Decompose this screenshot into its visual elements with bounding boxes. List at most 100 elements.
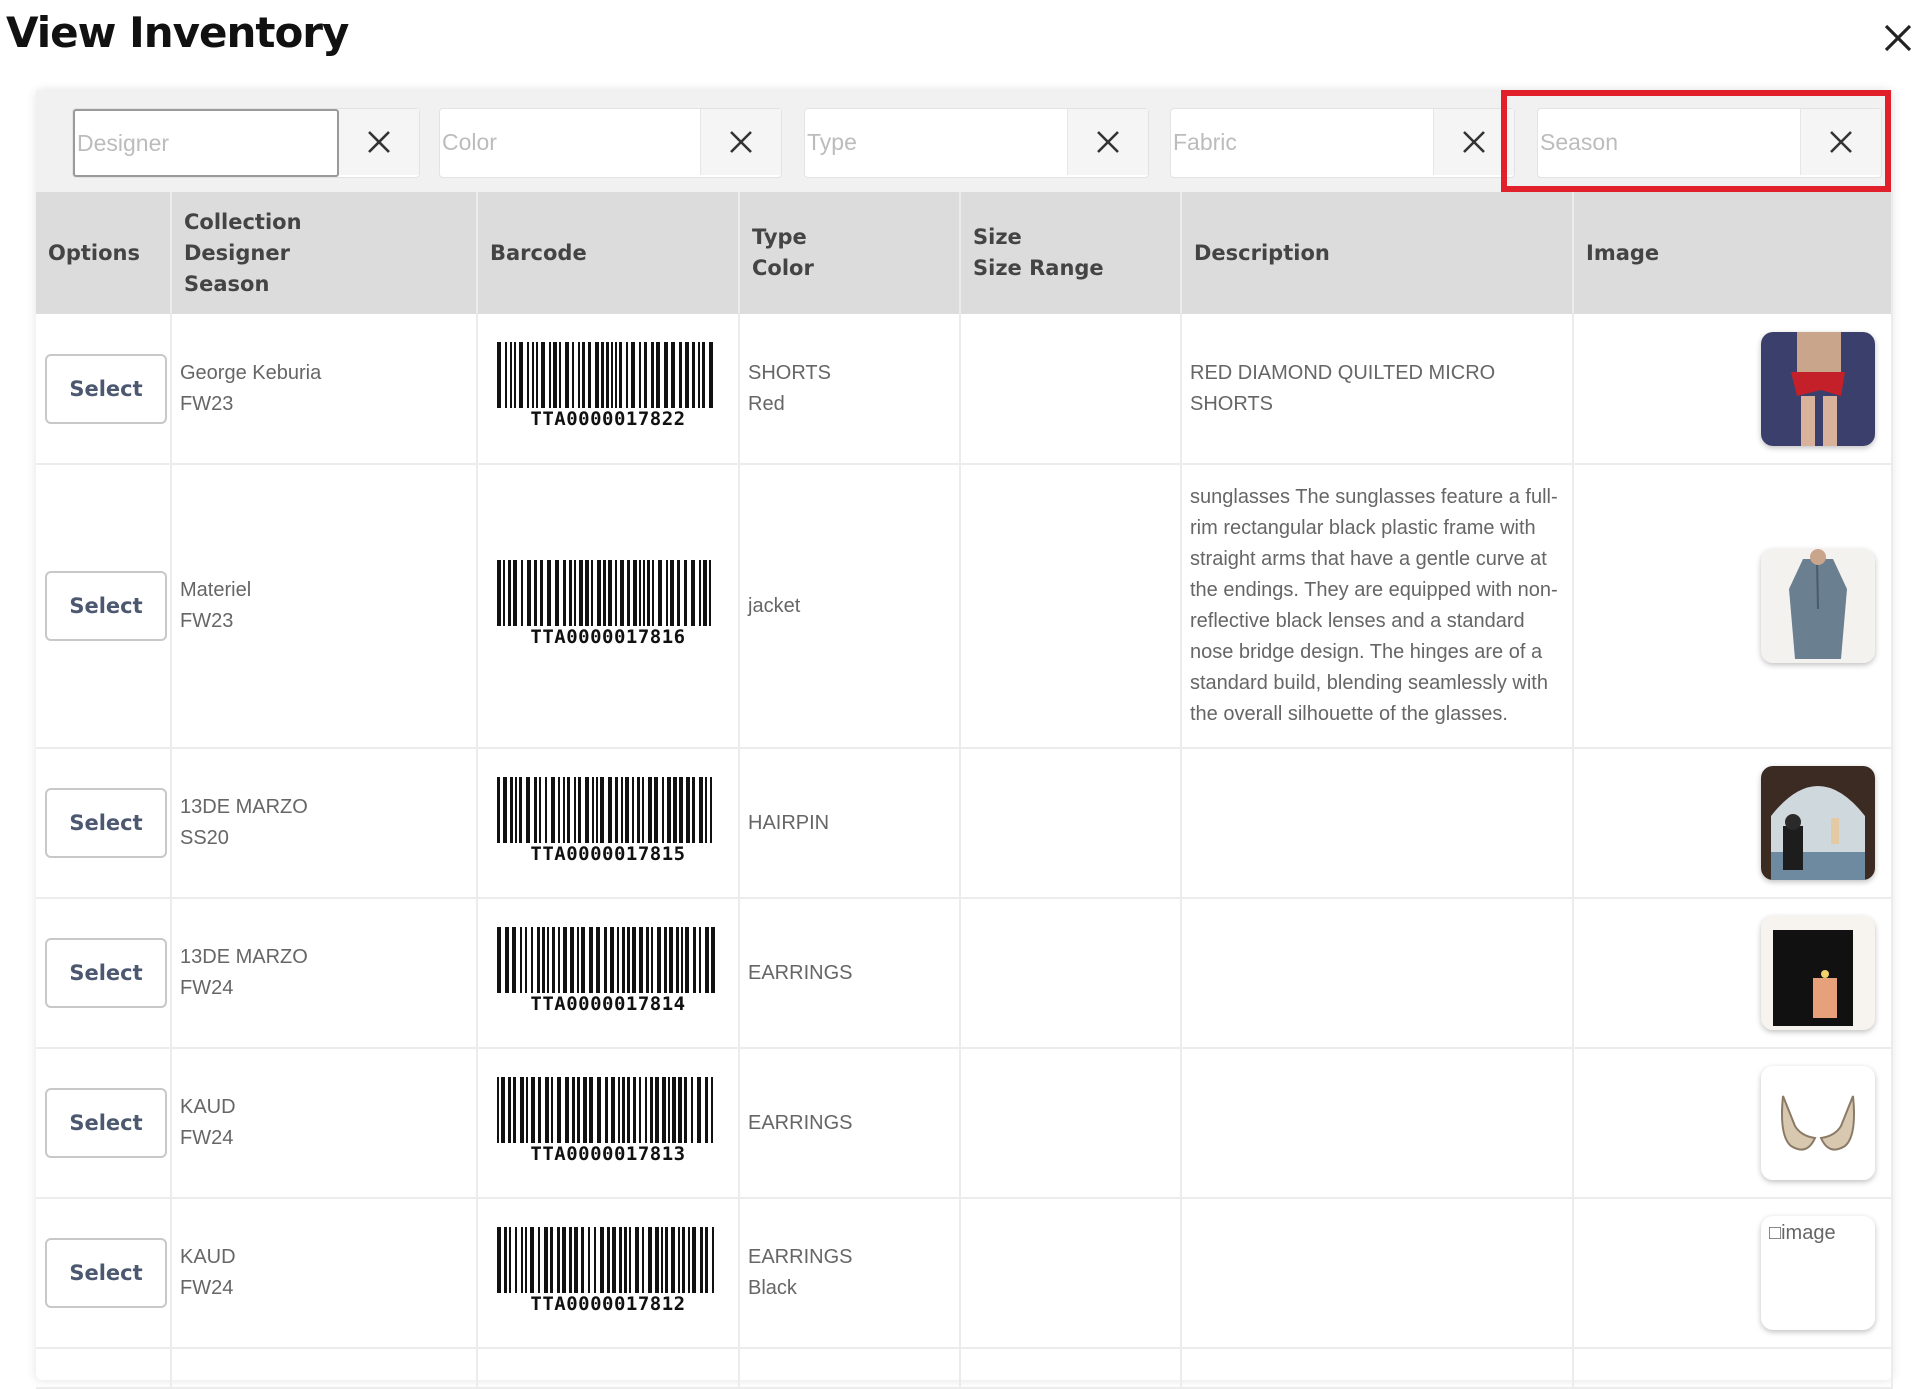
description-cell — [1181, 1048, 1574, 1199]
clear-type-button[interactable] — [1068, 109, 1148, 175]
type-filter-input[interactable] — [805, 109, 1063, 175]
select-button[interactable]: Select — [45, 353, 167, 424]
designer-filter-input[interactable] — [75, 110, 331, 176]
table-row[interactable]: Select KAUD FW24 TTA0000017812 EARRINGS … — [36, 1198, 1893, 1349]
options-header[interactable]: Options — [36, 192, 172, 314]
hairpin-photo-icon — [1761, 766, 1875, 880]
product-image[interactable]: □image — [1761, 1216, 1875, 1330]
table-row[interactable]: Select Materiel FW23 TTA0000017816 jacke… — [36, 464, 1893, 749]
barcode-text: TTA0000017814 — [530, 992, 686, 1015]
table-row[interactable]: Select 13DE MARZO SS20 TTA0000017815 HAI… — [36, 748, 1893, 899]
table-row[interactable]: Select 13DE MARZO FW24 TTA0000017814 EAR… — [36, 898, 1893, 1049]
inventory-panel: Options Collection Designer Season Barco… — [36, 90, 1893, 1389]
size-cell — [960, 898, 1182, 1049]
table-row[interactable]: Select KAUD FW24 TTA0000017813 EARRINGS — [36, 1048, 1893, 1199]
select-button[interactable]: Select — [45, 938, 167, 1008]
barcode-image — [497, 926, 715, 993]
barcode-cell: TTA0000017813 — [477, 1048, 740, 1199]
shorts-photo-icon — [1761, 331, 1875, 446]
color-text: Red — [748, 392, 785, 415]
barcode-cell: TTA0000017814 — [477, 898, 740, 1049]
header-line: Type — [752, 225, 807, 249]
clear-color-button[interactable] — [701, 109, 781, 175]
options-cell: Select — [36, 314, 172, 465]
barcode-image — [497, 1226, 714, 1293]
collection-header[interactable]: Collection Designer Season — [171, 192, 478, 314]
size-header[interactable]: Size Size Range — [960, 192, 1182, 314]
type-text: HAIRPIN — [748, 811, 830, 834]
product-image[interactable] — [1761, 1066, 1875, 1180]
type-text: SHORTS — [748, 361, 831, 384]
clear-icon — [1830, 131, 1852, 153]
color-text: Black — [748, 1277, 797, 1299]
description-cell — [1181, 748, 1574, 899]
close-icon[interactable] — [1876, 16, 1920, 60]
barcode-cell: TTA0000017822 — [477, 314, 740, 465]
product-image[interactable] — [1761, 331, 1875, 446]
type-color-cell: EARRINGS Black — [739, 1198, 961, 1349]
options-cell: Select — [36, 898, 172, 1049]
inventory-table: Options Collection Designer Season Barco… — [36, 192, 1893, 1389]
filter-bar — [36, 90, 1892, 193]
table-row[interactable]: Select George Keburia FW23 TTA0000017822… — [36, 314, 1893, 465]
clear-icon — [368, 131, 390, 153]
image-cell: □image — [1573, 1198, 1893, 1349]
earrings-photo-icon — [1761, 916, 1875, 1030]
select-button[interactable]: Select — [45, 1238, 167, 1308]
type-color-cell: HAIRPIN — [739, 748, 961, 899]
select-button[interactable]: Select — [45, 788, 167, 858]
image-header[interactable]: Image — [1573, 192, 1893, 314]
season-filter — [1537, 108, 1882, 178]
clear-fabric-button[interactable] — [1434, 109, 1514, 175]
clear-icon — [1097, 131, 1119, 153]
broken-image-icon: □image — [1769, 1222, 1836, 1244]
season-text: FW23 — [180, 610, 234, 632]
product-image[interactable] — [1761, 549, 1875, 663]
options-cell: Select — [36, 1048, 172, 1199]
fabric-filter — [1170, 108, 1515, 178]
clear-designer-button[interactable] — [339, 109, 419, 175]
select-button[interactable]: Select — [45, 1088, 167, 1158]
description-cell: sunglasses The sunglasses feature a full… — [1181, 464, 1574, 749]
collection-cell: 13DE MARZO FW24 — [171, 898, 478, 1049]
clear-season-button[interactable] — [1801, 109, 1881, 175]
table-header-row: Options Collection Designer Season Barco… — [36, 192, 1893, 314]
color-filter-input[interactable] — [440, 109, 698, 175]
product-image[interactable] — [1761, 766, 1875, 880]
table-row — [36, 1348, 1893, 1389]
image-cell — [1573, 1048, 1893, 1199]
product-image[interactable] — [1761, 916, 1875, 1030]
type-color-cell: jacket — [739, 464, 961, 749]
fabric-filter-input[interactable] — [1171, 109, 1429, 175]
type-filter — [804, 108, 1149, 178]
collection-cell: KAUD FW24 — [171, 1048, 478, 1199]
designer-text: KAUD — [180, 1246, 236, 1268]
description-cell — [1181, 1198, 1574, 1349]
season-text: FW24 — [180, 1127, 234, 1149]
options-cell: Select — [36, 748, 172, 899]
season-filter-input[interactable] — [1538, 109, 1796, 175]
season-text: FW24 — [180, 1277, 234, 1299]
type-color-cell: SHORTS Red — [739, 314, 961, 465]
size-cell — [960, 1198, 1182, 1349]
season-text: FW24 — [180, 977, 234, 999]
color-filter — [439, 108, 782, 178]
designer-text: Materiel — [180, 579, 252, 601]
header-line: Size — [973, 225, 1022, 249]
clear-icon — [730, 131, 752, 153]
select-button[interactable]: Select — [45, 571, 167, 641]
options-cell: Select — [36, 1198, 172, 1349]
barcode-image — [497, 342, 713, 408]
type-text: jacket — [748, 594, 801, 617]
description-header[interactable]: Description — [1181, 192, 1574, 314]
barcode-cell: TTA0000017815 — [477, 748, 740, 899]
earrings-photo-icon — [1761, 1066, 1875, 1180]
header-line: Designer — [184, 240, 290, 265]
barcode-cell: TTA0000017816 — [477, 464, 740, 749]
header-line: Season — [184, 271, 270, 296]
barcode-header[interactable]: Barcode — [477, 192, 740, 314]
collection-cell: Materiel FW23 — [171, 464, 478, 749]
type-color-header[interactable]: Type Color — [739, 192, 961, 314]
page-title: View Inventory — [6, 8, 349, 57]
designer-text: George Keburia — [180, 361, 322, 384]
